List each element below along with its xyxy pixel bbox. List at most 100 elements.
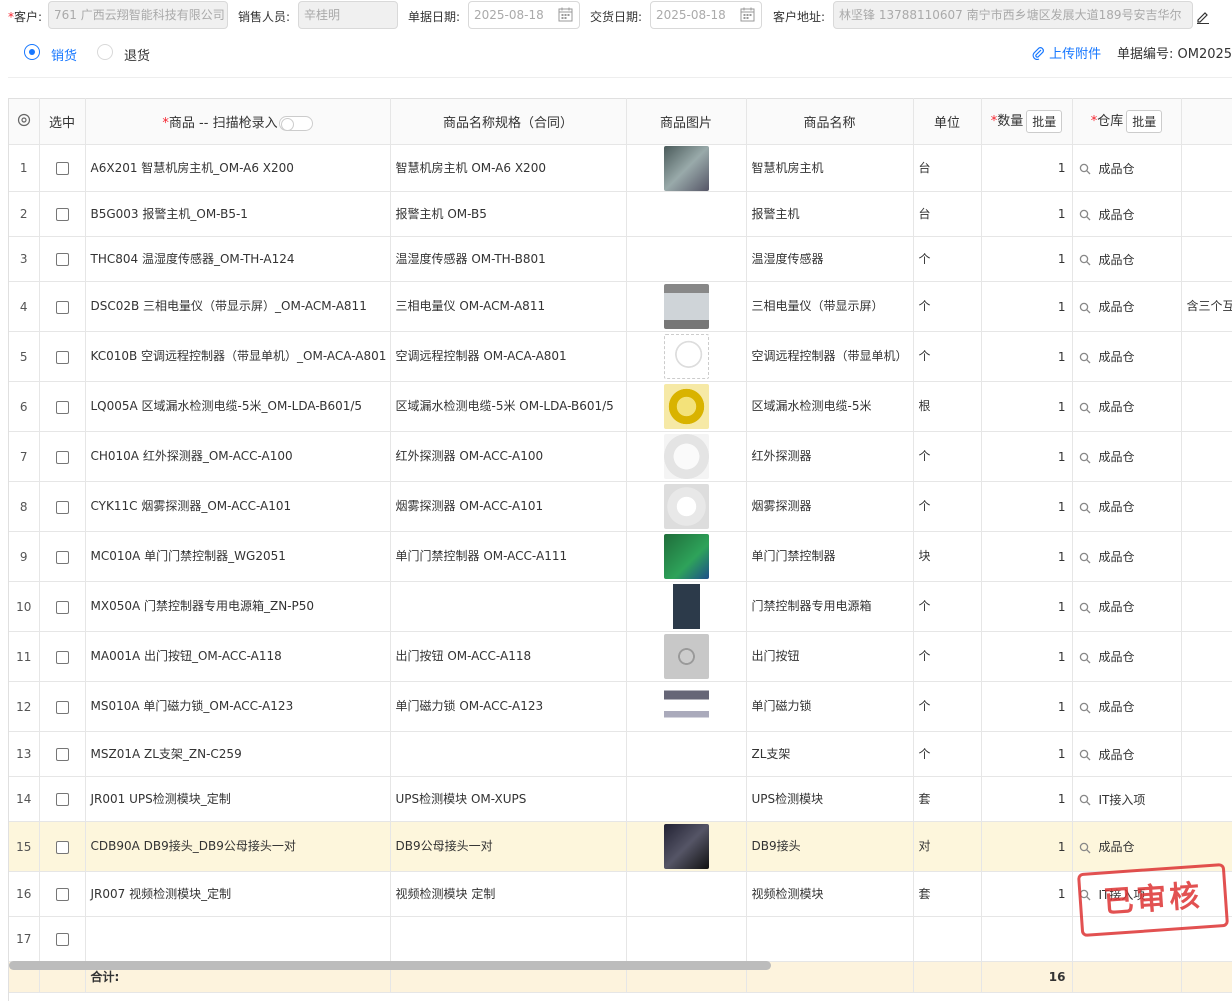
product-cell[interactable]: MC010A 单门门禁控制器_WG2051 xyxy=(85,531,391,582)
product-cell[interactable] xyxy=(85,916,391,962)
warehouse-cell[interactable]: 成品仓 xyxy=(1072,191,1182,237)
warehouse-cell[interactable]: 成品仓 xyxy=(1072,381,1182,432)
warehouse-batch-button[interactable]: 批量 xyxy=(1126,110,1163,133)
qty-cell[interactable]: 1 xyxy=(981,821,1073,872)
product-thumbnail[interactable] xyxy=(663,384,709,429)
warehouse-cell[interactable]: 成品仓 xyxy=(1072,236,1182,282)
table-row[interactable]: 12 MS010A 单门磁力锁_OM-ACC-A123 单门磁力锁 OM-ACC-A… xyxy=(9,681,1232,732)
delivery-date-field[interactable]: 2025-08-18 xyxy=(650,1,762,29)
qty-cell[interactable]: 1 xyxy=(981,381,1073,432)
spec-cell[interactable]: UPS检测模块 OM-XUPS xyxy=(390,776,627,822)
search-icon[interactable] xyxy=(1079,502,1091,514)
row-checkbox[interactable] xyxy=(55,208,69,221)
qty-cell[interactable]: 1 xyxy=(981,191,1073,237)
search-icon[interactable] xyxy=(1079,842,1091,854)
row-checkbox[interactable] xyxy=(55,162,69,175)
qty-cell[interactable]: 1 xyxy=(981,871,1073,917)
spec-cell[interactable]: 区域漏水检测电缆-5米 OM-LDA-B601/5 xyxy=(390,381,627,432)
table-row[interactable]: 14 JR001 UPS检测模块_定制 UPS检测模块 OM-XUPS UPS检测模块… xyxy=(9,776,1232,822)
warehouse-cell[interactable]: IT接入项 xyxy=(1072,776,1182,822)
row-checkbox[interactable] xyxy=(55,748,69,761)
row-checkbox[interactable] xyxy=(55,840,69,854)
qty-batch-button[interactable]: 批量 xyxy=(1026,110,1063,133)
table-row[interactable]: 13 MSZ01A ZL支架_ZN-C259 ZL支架个 1 成品仓 xyxy=(9,731,1232,777)
customer-field[interactable]: 761 广西云翔智能科技有限公司 xyxy=(48,1,228,29)
product-cell[interactable]: DSC02B 三相电量仪（带显示屏）_OM-ACM-A811 xyxy=(85,281,391,332)
upload-attachment-link[interactable]: 上传附件 xyxy=(1032,43,1101,62)
spec-cell[interactable] xyxy=(390,581,627,632)
warehouse-cell[interactable]: 成品仓 xyxy=(1072,531,1182,582)
product-cell[interactable]: MS010A 单门磁力锁_OM-ACC-A123 xyxy=(85,681,391,732)
calendar-icon[interactable] xyxy=(558,7,573,22)
spec-cell[interactable] xyxy=(390,916,627,962)
row-checkbox[interactable] xyxy=(55,793,69,806)
product-cell[interactable]: CDB90A DB9接头_DB9公母接头一对 xyxy=(85,821,391,872)
row-checkbox[interactable] xyxy=(55,400,69,414)
search-icon[interactable] xyxy=(1079,652,1091,664)
product-cell[interactable]: JR001 UPS检测模块_定制 xyxy=(85,776,391,822)
qty-cell[interactable]: 1 xyxy=(981,281,1073,332)
warehouse-cell[interactable]: 成品仓 xyxy=(1072,731,1182,777)
product-thumbnail[interactable] xyxy=(663,584,709,629)
qty-cell[interactable]: 1 xyxy=(981,331,1073,382)
spec-cell[interactable]: 三相电量仪 OM-ACM-A811 xyxy=(390,281,627,332)
product-thumbnail[interactable] xyxy=(663,434,709,479)
product-cell[interactable]: MSZ01A ZL支架_ZN-C259 xyxy=(85,731,391,777)
table-row[interactable]: 7 CH010A 红外探测器_OM-ACC-A100 红外探测器 OM-ACC-A1… xyxy=(9,431,1232,482)
spec-cell[interactable]: 视频检测模块 定制 xyxy=(390,871,627,917)
row-checkbox[interactable] xyxy=(55,550,69,564)
column-settings[interactable] xyxy=(9,98,40,145)
radio-sale-label[interactable]: 销货 xyxy=(51,45,77,64)
spec-cell[interactable]: 烟雾探测器 OM-ACC-A101 xyxy=(390,481,627,532)
radio-return-label[interactable]: 退货 xyxy=(124,45,150,64)
qty-cell[interactable] xyxy=(981,916,1073,962)
product-thumbnail[interactable] xyxy=(663,484,709,529)
sales-field[interactable]: 辛桂明 xyxy=(298,1,398,29)
settings-icon[interactable] xyxy=(17,113,31,127)
qty-cell[interactable]: 1 xyxy=(981,531,1073,582)
spec-cell[interactable] xyxy=(390,731,627,777)
scan-toggle[interactable] xyxy=(278,116,313,131)
horizontal-scrollbar[interactable] xyxy=(9,961,771,970)
qty-cell[interactable]: 1 xyxy=(981,581,1073,632)
table-row[interactable]: 6 LQ005A 区域漏水检测电缆-5米_OM-LDA-B601/5 区域漏水检测电… xyxy=(9,381,1232,432)
warehouse-cell[interactable]: 成品仓 xyxy=(1072,631,1182,682)
row-checkbox[interactable] xyxy=(55,700,69,714)
table-row[interactable]: 11 MA001A 出门按钮_OM-ACC-A118 出门按钮 OM-ACC-A11… xyxy=(9,631,1232,682)
spec-cell[interactable]: 单门门禁控制器 OM-ACC-A111 xyxy=(390,531,627,582)
spec-cell[interactable]: 出门按钮 OM-ACC-A118 xyxy=(390,631,627,682)
product-cell[interactable]: KC010B 空调远程控制器（带显单机）_OM-ACA-A801 xyxy=(85,331,391,382)
product-thumbnail[interactable] xyxy=(663,145,709,191)
edit-icon[interactable] xyxy=(1196,10,1210,27)
warehouse-cell[interactable]: 成品仓 xyxy=(1072,681,1182,732)
table-row[interactable]: 5 KC010B 空调远程控制器（带显单机）_OM-ACA-A801 空调远程控制器… xyxy=(9,331,1232,382)
table-row[interactable]: 9 MC010A 单门门禁控制器_WG2051 单门门禁控制器 OM-ACC-A11… xyxy=(9,531,1232,582)
warehouse-cell[interactable]: 成品仓 xyxy=(1072,481,1182,532)
search-icon[interactable] xyxy=(1079,209,1091,221)
search-icon[interactable] xyxy=(1079,794,1091,806)
row-checkbox[interactable] xyxy=(55,650,69,664)
qty-cell[interactable]: 1 xyxy=(981,481,1073,532)
qty-cell[interactable]: 1 xyxy=(981,236,1073,282)
search-icon[interactable] xyxy=(1079,749,1091,761)
qty-cell[interactable]: 1 xyxy=(981,431,1073,482)
search-icon[interactable] xyxy=(1079,163,1091,175)
product-cell[interactable]: CYK11C 烟雾探测器_OM-ACC-A101 xyxy=(85,481,391,532)
qty-cell[interactable]: 1 xyxy=(981,776,1073,822)
row-checkbox[interactable] xyxy=(55,888,69,901)
table-row[interactable]: 8 CYK11C 烟雾探测器_OM-ACC-A101 烟雾探测器 OM-ACC-A1… xyxy=(9,481,1232,532)
warehouse-cell[interactable]: 成品仓 xyxy=(1072,821,1182,872)
warehouse-cell[interactable]: 成品仓 xyxy=(1072,581,1182,632)
product-thumbnail[interactable] xyxy=(663,824,709,869)
product-cell[interactable]: MA001A 出门按钮_OM-ACC-A118 xyxy=(85,631,391,682)
table-row[interactable]: 15 CDB90A DB9接头_DB9公母接头一对 DB9公母接头一对 DB9接头对 1… xyxy=(9,821,1232,872)
table-row[interactable]: 16 JR007 视频检测模块_定制 视频检测模块 定制 视频检测模块套 1 IT接入项 xyxy=(9,871,1232,917)
warehouse-cell[interactable]: 成品仓 xyxy=(1072,331,1182,382)
product-thumbnail[interactable] xyxy=(663,334,709,379)
spec-cell[interactable]: 智慧机房主机 OM-A6 X200 xyxy=(390,144,627,192)
search-icon[interactable] xyxy=(1079,352,1091,364)
product-cell[interactable]: THC804 温湿度传感器_OM-TH-A124 xyxy=(85,236,391,282)
spec-cell[interactable]: 空调远程控制器 OM-ACA-A801 xyxy=(390,331,627,382)
product-thumbnail[interactable] xyxy=(663,534,709,579)
radio-return[interactable] xyxy=(97,44,113,60)
